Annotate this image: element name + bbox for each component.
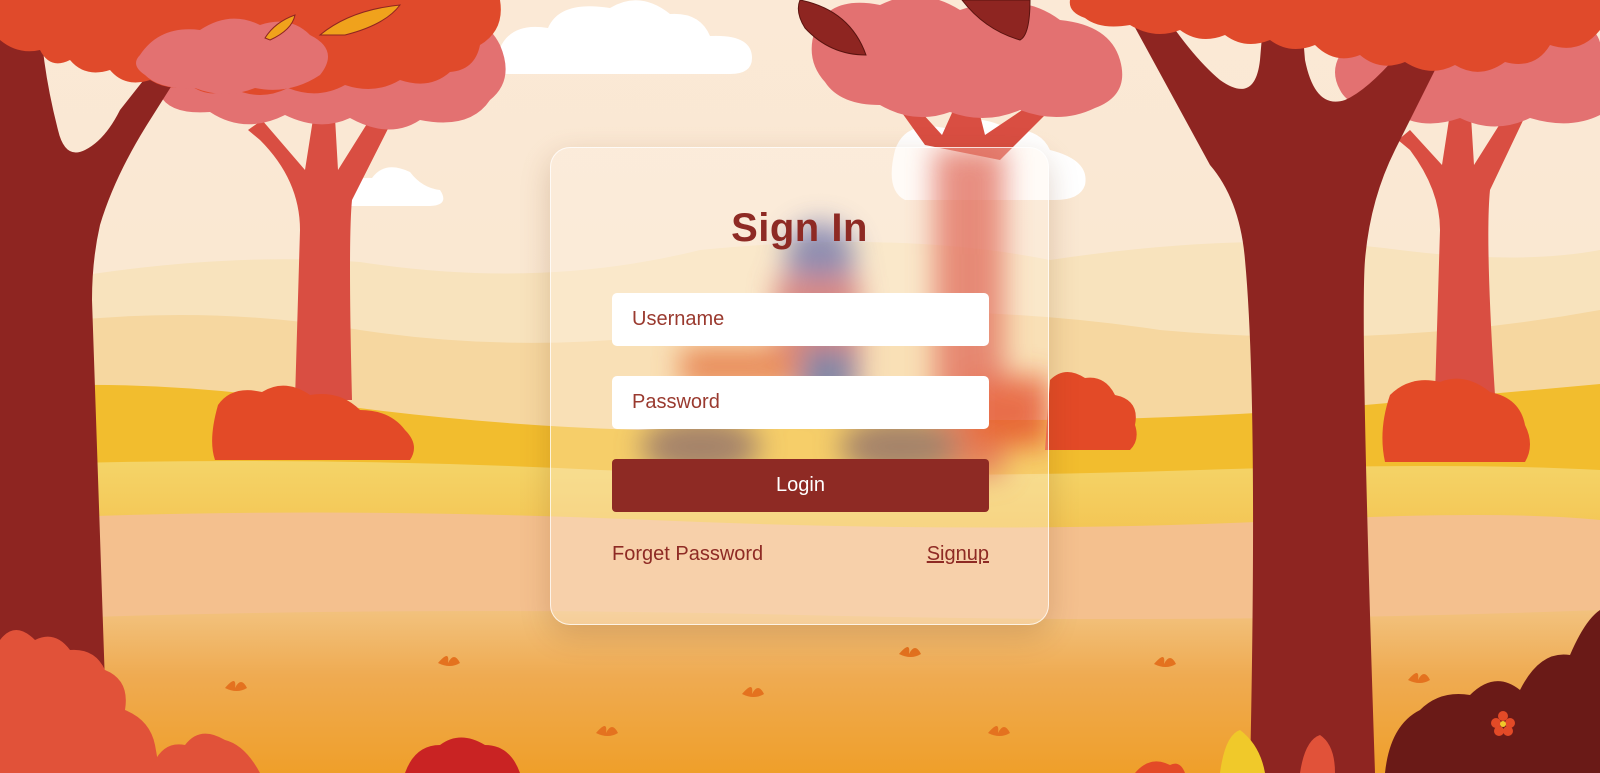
- page-title: Sign In: [731, 206, 868, 250]
- username-input[interactable]: [612, 293, 989, 346]
- login-card: Sign In Login Forget Password Signup: [550, 147, 1049, 625]
- login-form: Sign In Login Forget Password Signup: [551, 148, 1048, 624]
- forgot-password-link[interactable]: Forget Password: [612, 543, 763, 566]
- auth-links: Forget Password Signup: [612, 543, 989, 569]
- login-button[interactable]: Login: [612, 459, 989, 512]
- signup-link[interactable]: Signup: [927, 543, 989, 566]
- password-input[interactable]: [612, 376, 989, 429]
